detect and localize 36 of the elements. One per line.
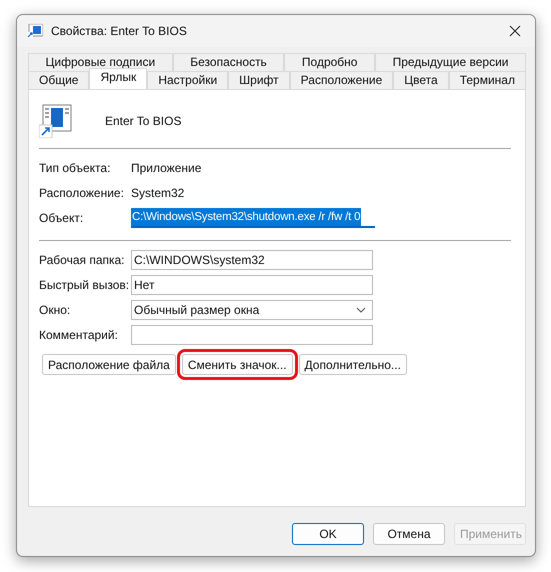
close-icon[interactable] [509,25,521,37]
dialog-button[interactable]: Отмена [373,523,445,545]
window-title: Свойства: Enter To BIOS [51,24,188,38]
shortcut-icon [27,24,43,38]
window-dropdown[interactable]: Обычный размер окна [131,300,373,320]
action-button[interactable]: Расположение файла [42,354,176,375]
shortcut-name: Enter To BIOS [105,114,182,128]
text-field[interactable]: Нет [131,274,373,294]
field-label: Расположение: [39,186,125,200]
field-label: Окно: [39,302,72,316]
field-label: Быстрый вызов: [39,278,130,292]
field-value: System32 [131,186,184,200]
shortcut-icon [39,104,73,138]
tab[interactable]: Подробно [284,53,376,71]
text-field[interactable]: C:\WINDOWS\system32 [131,250,373,270]
chevron-down-icon [356,306,366,312]
tab[interactable]: Цифровые подписи [28,53,173,71]
tab[interactable]: Безопасность [172,53,284,71]
target-field[interactable]: C:\Windows\System32\shutdown.exe /r /fw /t 0 [131,208,375,228]
tab[interactable]: Цвета [393,71,449,89]
action-button[interactable]: Дополнительно... [298,354,407,375]
tab[interactable]: Расположение [290,71,394,89]
tab[interactable]: Ярлык [89,68,148,89]
field-label: Тип объекта: [39,160,112,174]
tab[interactable]: Терминал [448,71,526,89]
tab[interactable]: Настройки [147,71,228,89]
field-label: Рабочая папка: [39,252,126,266]
action-button[interactable]: Сменить значок... [182,354,293,375]
text-field[interactable] [131,324,373,344]
field-value: Приложение [131,160,202,174]
field-label: Объект: [39,210,84,224]
tab[interactable]: Общие [28,71,90,89]
field-label: Комментарий: [39,328,119,342]
dialog-button[interactable]: OK [292,523,364,545]
tab[interactable]: Предыдущие версии [375,53,526,71]
tab[interactable]: Шрифт [228,71,290,89]
